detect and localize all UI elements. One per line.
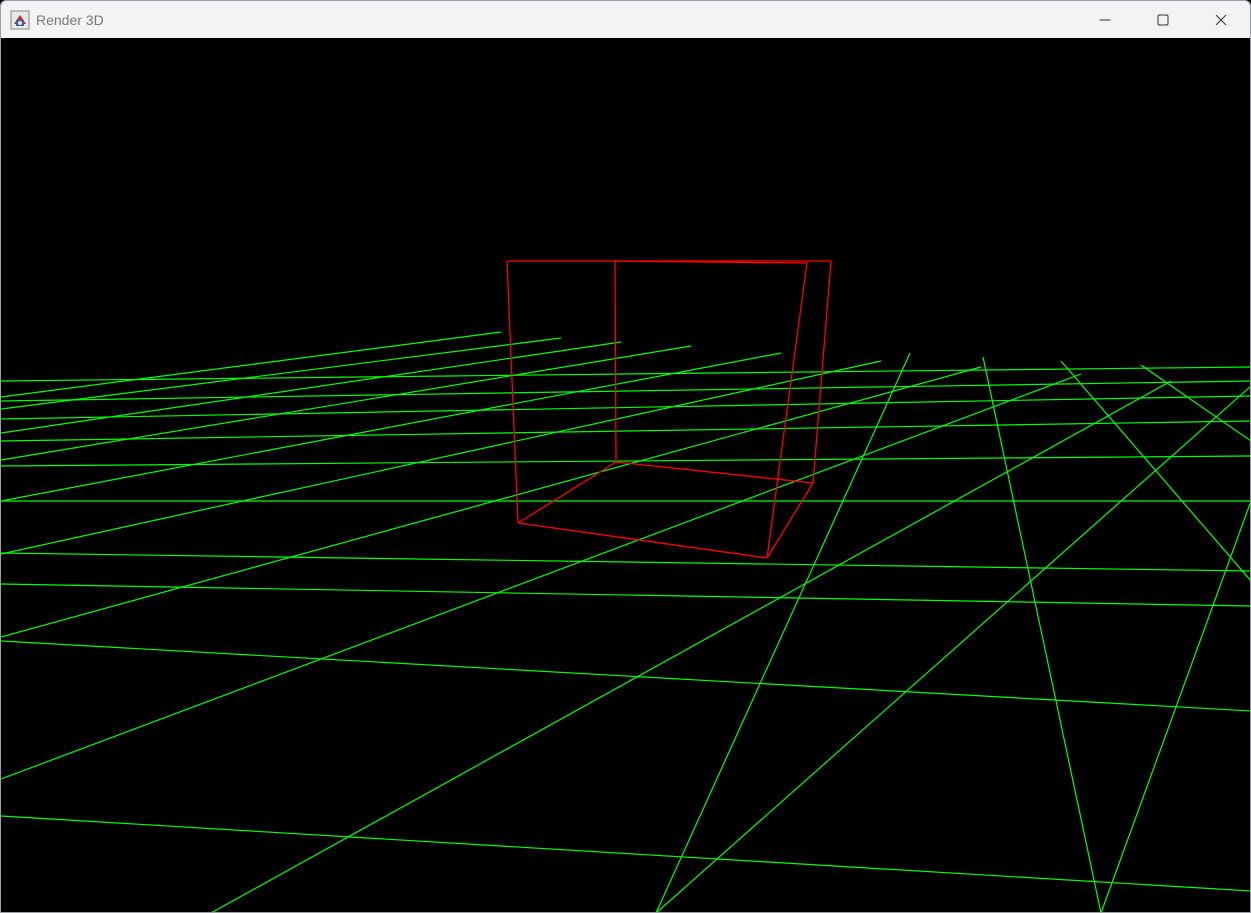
minimize-button[interactable]: [1076, 1, 1134, 38]
window-controls: [1076, 1, 1250, 38]
scene-canvas: [1, 38, 1250, 912]
java-cup-icon[interactable]: [10, 10, 30, 30]
scene-background: [1, 38, 1250, 912]
app-window: Render 3D: [0, 0, 1251, 913]
maximize-icon: [1157, 14, 1169, 25]
minimize-icon: [1099, 19, 1111, 20]
window-title: Render 3D: [36, 11, 104, 28]
close-button[interactable]: [1192, 1, 1250, 38]
close-icon: [1215, 14, 1227, 25]
maximize-button[interactable]: [1134, 1, 1192, 38]
render-viewport[interactable]: [1, 38, 1250, 912]
title-bar[interactable]: Render 3D: [1, 1, 1250, 38]
